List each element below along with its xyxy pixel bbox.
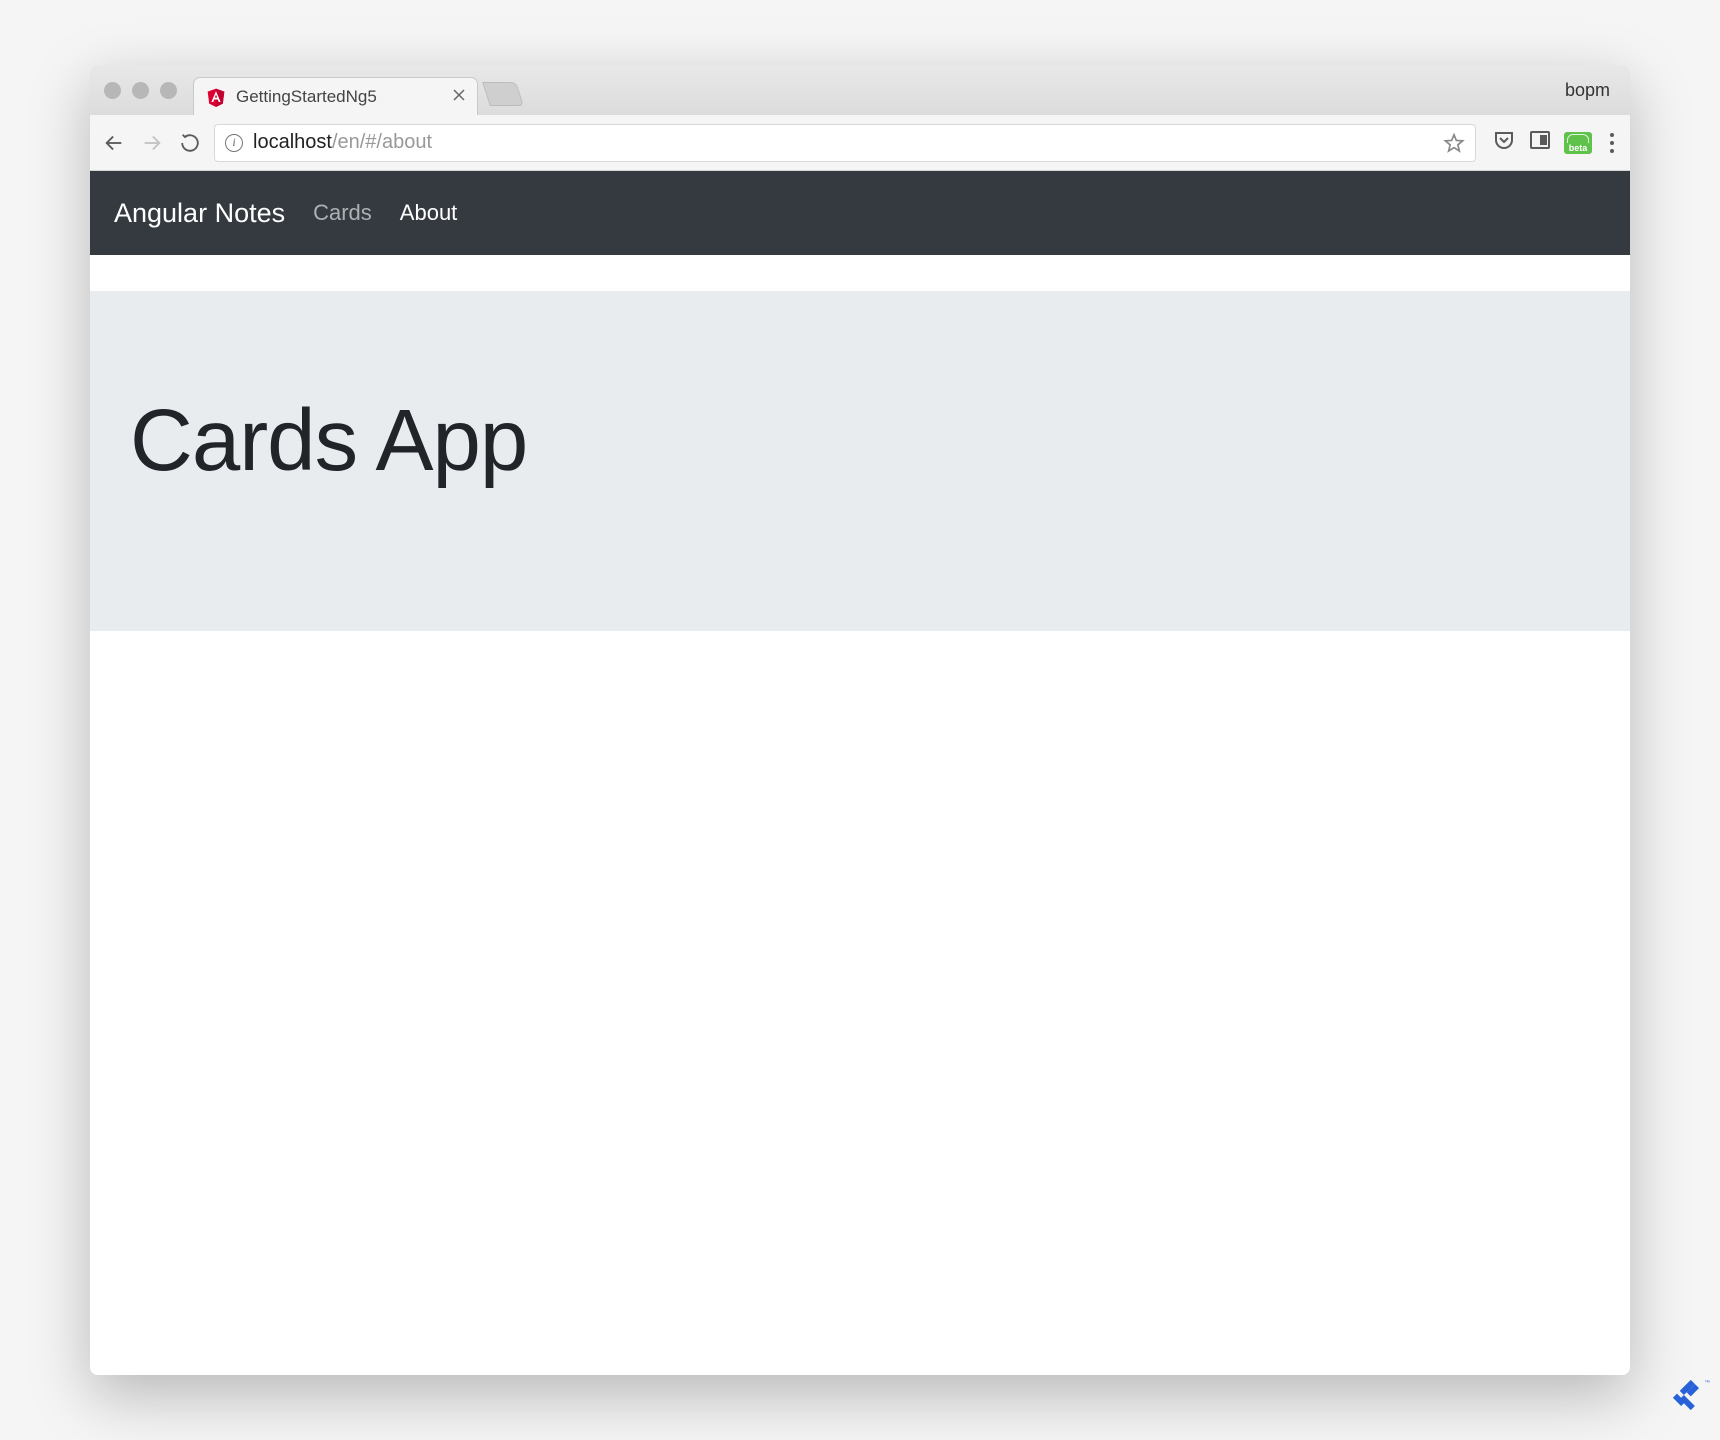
toolbar-extensions: beta bbox=[1486, 128, 1620, 157]
tab-close-icon[interactable] bbox=[453, 88, 465, 105]
window-close-button[interactable] bbox=[104, 82, 121, 99]
window-maximize-button[interactable] bbox=[160, 82, 177, 99]
beta-extension-icon[interactable]: beta bbox=[1564, 132, 1592, 154]
jumbotron: Cards App bbox=[90, 291, 1630, 631]
new-tab-button[interactable] bbox=[482, 82, 524, 106]
tab-title: GettingStartedNg5 bbox=[236, 87, 443, 107]
bookmark-star-icon[interactable] bbox=[1443, 132, 1465, 154]
toptal-watermark-icon: ™ bbox=[1666, 1373, 1710, 1422]
page-heading: Cards App bbox=[130, 391, 1590, 491]
browser-menu-button[interactable] bbox=[1604, 133, 1620, 153]
site-info-icon[interactable]: i bbox=[225, 134, 243, 152]
toolbar: i localhost/en/#/about bbox=[90, 115, 1630, 171]
reader-extension-icon[interactable] bbox=[1528, 128, 1552, 157]
page-viewport: Angular Notes Cards About Cards App bbox=[90, 171, 1630, 1375]
profile-button[interactable]: bopm bbox=[1565, 80, 1616, 101]
browser-tab[interactable]: GettingStartedNg5 bbox=[193, 77, 478, 115]
forward-button[interactable] bbox=[138, 129, 166, 157]
url-path: /en/#/about bbox=[332, 131, 432, 153]
back-button[interactable] bbox=[100, 129, 128, 157]
svg-text:™: ™ bbox=[1705, 1380, 1711, 1386]
navbar-link-about[interactable]: About bbox=[400, 200, 458, 226]
reload-button[interactable] bbox=[176, 129, 204, 157]
browser-window: GettingStartedNg5 bopm bbox=[90, 65, 1630, 1375]
address-bar[interactable]: i localhost/en/#/about bbox=[214, 124, 1476, 162]
angular-icon bbox=[206, 87, 226, 107]
window-minimize-button[interactable] bbox=[132, 82, 149, 99]
url-text: localhost/en/#/about bbox=[253, 131, 432, 154]
url-host: localhost bbox=[253, 131, 332, 153]
page-spacer bbox=[90, 255, 1630, 291]
pocket-icon[interactable] bbox=[1492, 128, 1516, 157]
navbar-link-cards[interactable]: Cards bbox=[313, 200, 372, 226]
titlebar: GettingStartedNg5 bopm bbox=[90, 65, 1630, 115]
navbar-brand[interactable]: Angular Notes bbox=[114, 198, 285, 229]
app-navbar: Angular Notes Cards About bbox=[90, 171, 1630, 255]
window-controls bbox=[104, 82, 177, 99]
